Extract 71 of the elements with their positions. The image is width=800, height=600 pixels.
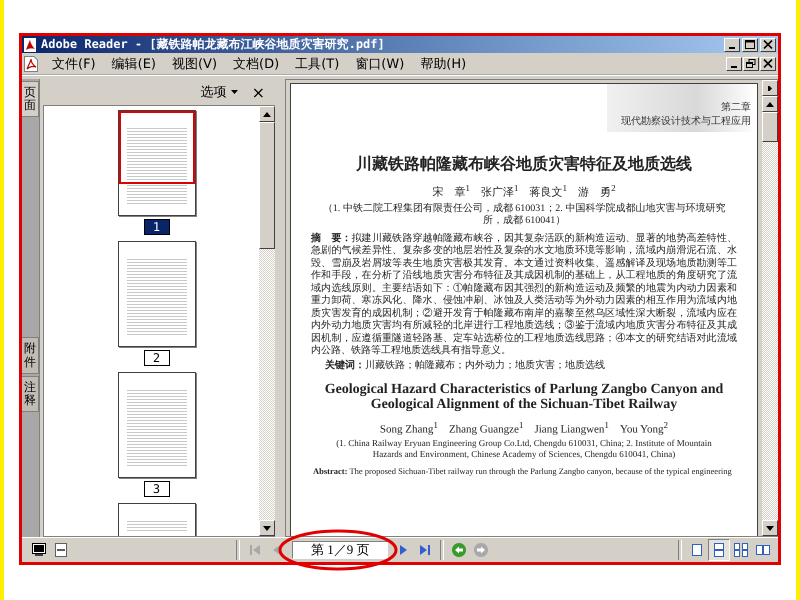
- menu-item[interactable]: 视图(V): [164, 54, 226, 72]
- monitor-icon: [31, 542, 47, 558]
- paper-title: 川藏铁路帕隆藏布峡谷地质灾害特征及地质选线: [355, 154, 693, 175]
- first-page-icon: [247, 542, 263, 558]
- app-logo-icon: [24, 38, 36, 52]
- page-thumbnail[interactable]: [118, 372, 196, 478]
- page-number-label[interactable]: 2: [144, 350, 170, 366]
- scroll-down-button[interactable]: [762, 520, 778, 536]
- scroll-up-button[interactable]: [762, 96, 778, 112]
- minimize-icon: [731, 66, 737, 68]
- page-thumbnail[interactable]: [118, 110, 196, 216]
- page-thumbnail[interactable]: [118, 503, 196, 536]
- keywords-line: 关键词：川藏铁路；帕隆藏布；内外动力；地质灾害；地质选线: [325, 358, 606, 372]
- abstract-paragraph: 摘 要：拟建川藏铁路穿越帕隆藏布峡谷，因其复杂活跃的新构造运动、显著的地势高差特性、急剧的气候差异性、复杂多变的地层岩性及复杂的水文地质环境等影响，流域内崩滑泥石流、水毁、雪崩及岩屑坡等表生地质灾害极其发育。本文通过资料收集、遥感解译及现场地质勘测等工作和手段，在分析了沿线地质灾害分布特征及其成因机制的基础上，从工程地质的角度研究了流域内选线原则。主要结语如下：①帕隆藏布因其强烈的新构造运动及频繁的地震为内动力因素和重力卸荷、寒冻风化、降水、侵蚀冲刷、冰蚀及人类活动等为外动力因素的相互作用为流域内地质灾害发育的成因机制；②避开发育于帕隆藏布南岸的嘉黎至然乌区域性深大断裂，流域内应在内外动力地质灾害均有所减轻的北岸进行工程地质选线；③鉴于流域内地质灾害分布特征及其成因机制，应遵循重隧道轻路基、定车站选桥位的工程地质选线思路；④本文的研究结语对此流域内公路、铁路等工程地质选线具有指导意义。: [311, 232, 737, 358]
- document-scrollbar[interactable]: [762, 80, 778, 536]
- document-close-button[interactable]: [760, 56, 776, 70]
- affiliation-text: (1. China Railway Eryuan Engineering Group Co.Ltd, Chengdu 610031, China; 2. Institute of Mountain Hazards and Environment, Chinese Academy of Sciences, Chengdu 610041, China): [335, 438, 713, 460]
- page-number-field[interactable]: 第 1／9 页: [292, 541, 388, 559]
- abstract-paragraph: Abstract: The proposed Sichuan-Tibet railway run through the Parlung Zangbo canyon, because of the typical engineering: [313, 466, 733, 478]
- menu-item[interactable]: 文档(D): [225, 54, 288, 72]
- paper-title: Geological Hazard Characteristics of Parlung Zangbo Canyon and Geological Alignment of the Sichuan-Tibet Railway: [324, 382, 724, 412]
- up-arrow-icon: [263, 112, 271, 116]
- author-list: 宋 章$^{1}$ 张广泽$^{1}$ 蒋良文$^{1}$ 游 勇$^{2}$: [305, 183, 743, 200]
- page-layout-icon: [755, 542, 771, 558]
- menu-item[interactable]: 窗口(W): [347, 54, 412, 72]
- page-thumbnail[interactable]: [118, 241, 196, 347]
- page-layout-icon: [733, 542, 749, 558]
- page-icon: [53, 542, 69, 558]
- side-tab[interactable]: 附件: [22, 337, 39, 374]
- side-tab[interactable]: 页面: [22, 81, 39, 118]
- page-number-label[interactable]: 3: [144, 481, 170, 497]
- down-arrow-icon: [263, 526, 271, 530]
- page-number-label[interactable]: 1: [144, 219, 170, 235]
- scroll-up-button[interactable]: [259, 106, 275, 122]
- restore-icon: [746, 59, 756, 68]
- last-page-icon: [417, 542, 433, 558]
- document-minimize-button[interactable]: [726, 56, 742, 70]
- scroll-thumb[interactable]: [762, 112, 778, 142]
- page-layout-icon: [689, 542, 705, 558]
- scroll-thumb[interactable]: [259, 122, 275, 249]
- minimize-button[interactable]: [724, 38, 740, 52]
- side-tab[interactable]: 注释: [22, 376, 39, 412]
- up-arrow-icon: [766, 102, 774, 106]
- menu-item[interactable]: 帮助(H): [412, 54, 474, 72]
- close-panel-button[interactable]: ×: [252, 82, 265, 102]
- affiliation-text: （1. 中铁二院工程集团有限责任公司，成都 610031；2. 中国科学院成都山地灾害与环境研究所，成都 610041）: [322, 202, 726, 227]
- continuous-button[interactable]: [708, 539, 730, 561]
- visible-area-frame[interactable]: [118, 111, 194, 184]
- menu-item[interactable]: 编辑(E): [104, 54, 164, 72]
- page-layout-icon: [711, 542, 727, 558]
- expand-button[interactable]: [762, 80, 778, 96]
- chapter-label: 第二章: [721, 100, 751, 114]
- close-button[interactable]: [760, 38, 776, 52]
- down-arrow-icon: [766, 526, 774, 530]
- menu-item[interactable]: 文件(F): [44, 54, 104, 72]
- caret-icon: [230, 90, 238, 94]
- minimize-icon: [729, 46, 735, 48]
- menu-item[interactable]: 工具(T): [287, 54, 348, 72]
- document-restore-button[interactable]: [743, 56, 759, 70]
- maximize-icon: [745, 40, 755, 49]
- scroll-down-button[interactable]: [259, 520, 275, 536]
- maximize-button[interactable]: [742, 38, 758, 52]
- close-icon: [763, 40, 773, 49]
- author-list: Song Zhang$^{1}$ Zhang Guangze$^{1}$ Jiang Liangwen$^{1}$ You Yong$^{2}$: [305, 420, 743, 436]
- options-menu-button[interactable]: 选项: [200, 83, 238, 101]
- thumbnail-scrollbar[interactable]: [259, 106, 275, 536]
- right-arrow-icon: [766, 86, 774, 90]
- book-title: 现代勘察设计技术与工程应用: [621, 114, 751, 128]
- pdf-document-icon: [24, 56, 38, 72]
- close-icon: [763, 59, 773, 68]
- window-title: Adobe Reader - [藏铁路帕龙藏布江峡谷地质灾害研究.pdf]: [41, 36, 386, 53]
